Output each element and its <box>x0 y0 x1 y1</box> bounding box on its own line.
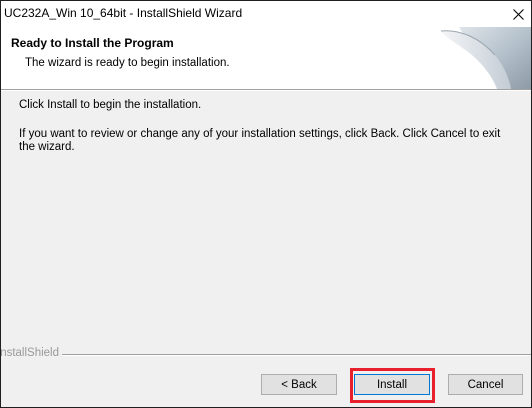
close-icon <box>512 8 524 20</box>
close-button[interactable] <box>505 1 531 27</box>
footer-divider-highlight <box>62 355 531 356</box>
installshield-brand-label: InstallShield <box>0 347 60 359</box>
page-subtitle: The wizard is ready to begin installatio… <box>25 57 230 69</box>
cancel-button[interactable]: Cancel <box>448 374 523 395</box>
title-bar[interactable]: UC232A_Win 10_64bit - InstallShield Wiza… <box>1 1 531 27</box>
review-settings-text: If you want to review or change any of y… <box>19 128 501 153</box>
window-title: UC232A_Win 10_64bit - InstallShield Wiza… <box>4 6 243 20</box>
wizard-header: Ready to Install the Program The wizard … <box>1 27 531 89</box>
header-divider-highlight <box>1 90 531 91</box>
instruction-text: Click Install to begin the installation. <box>19 99 202 111</box>
page-title: Ready to Install the Program <box>11 36 174 50</box>
install-button[interactable]: Install <box>354 374 430 395</box>
wizard-page-curl-icon <box>440 27 531 89</box>
back-button[interactable]: < Back <box>261 374 337 395</box>
installshield-wizard-window: UC232A_Win 10_64bit - InstallShield Wiza… <box>0 0 532 408</box>
